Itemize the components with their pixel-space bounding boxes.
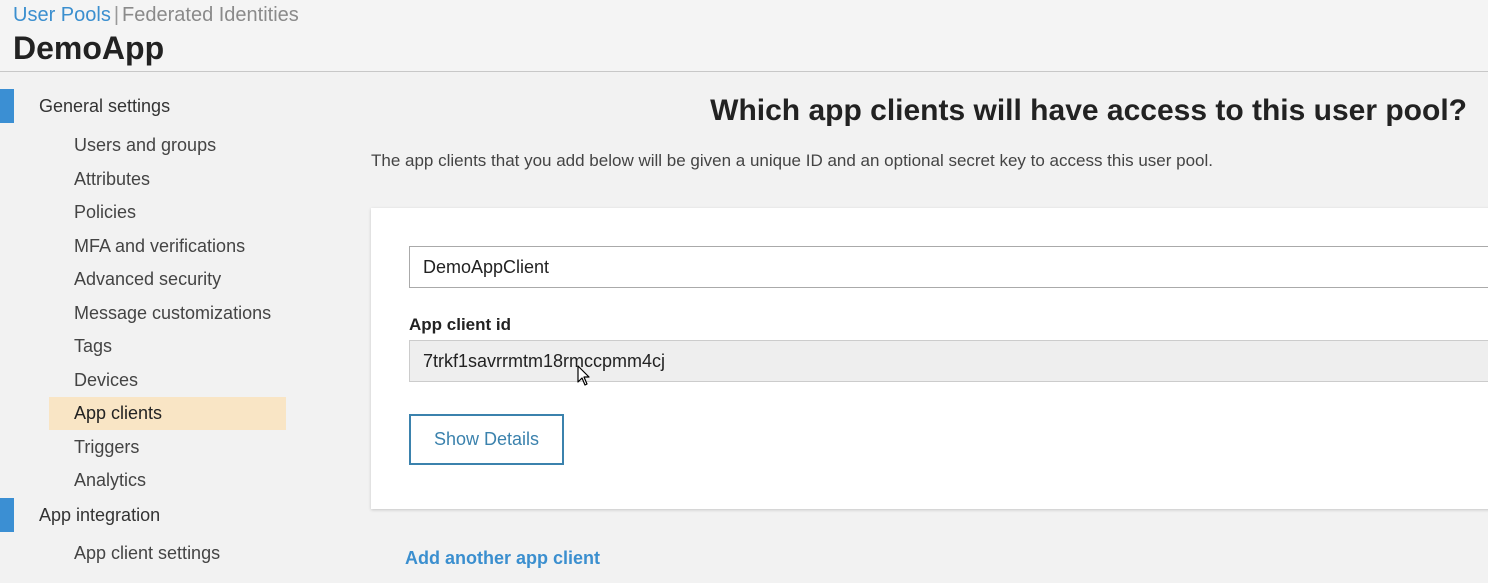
app-client-id-value: 7trkf1savrrmtm18rmccpmm4cj [409, 340, 1488, 382]
sidebar-item-label: Analytics [74, 470, 147, 490]
sidebar-item-label: Advanced security [74, 269, 222, 289]
sidebar-item-label: Triggers [74, 437, 140, 457]
sidebar-item-attributes[interactable]: Attributes [49, 163, 286, 196]
show-details-button[interactable]: Show Details [409, 414, 564, 465]
sidebar-item-message-customizations[interactable]: Message customizations [49, 297, 286, 330]
sidebar-item-analytics[interactable]: Analytics [49, 464, 286, 497]
section-heading: Which app clients will have access to th… [710, 94, 1467, 127]
sidebar-item-label: Users and groups [74, 135, 217, 155]
breadcrumb-separator: | [113, 4, 120, 26]
sidebar-item-policies[interactable]: Policies [49, 196, 286, 229]
add-another-app-client-link[interactable]: Add another app client [405, 548, 600, 569]
sidebar-item-label: App clients [74, 403, 163, 423]
app-client-id-label: App client id [409, 315, 511, 334]
sidebar-item-label: App client settings [74, 543, 221, 563]
section-indicator [0, 89, 14, 123]
sidebar-item-label: MFA and verifications [74, 236, 246, 256]
sidebar-section-general-settings[interactable]: General settings [0, 89, 300, 123]
sidebar-item-devices[interactable]: Devices [49, 364, 286, 397]
section-description: The app clients that you add below will … [371, 151, 1214, 170]
sidebar-item-label: Devices [74, 370, 139, 390]
app-client-card: App client id 7trkf1savrrmtm18rmccpmm4cj… [371, 208, 1488, 509]
breadcrumb: User Pools | Federated Identities [13, 4, 299, 26]
mouse-pointer-icon [577, 365, 590, 386]
sidebar-item-app-client-settings[interactable]: App client settings [49, 537, 286, 570]
page-title: DemoApp [13, 30, 165, 66]
sidebar-item-mfa-and-verifications[interactable]: MFA and verifications [49, 230, 286, 263]
app-client-name-input[interactable] [409, 246, 1488, 288]
sidebar-section-app-integration[interactable]: App integration [0, 498, 300, 532]
sidebar-item-label: Attributes [74, 169, 151, 189]
sidebar-section-label: App integration [39, 505, 161, 525]
sidebar-item-app-clients[interactable]: App clients [49, 397, 286, 430]
sidebar-item-advanced-security[interactable]: Advanced security [49, 263, 286, 296]
page-header: User Pools | Federated Identities DemoApp [0, 0, 1488, 72]
breadcrumb-federated-identities[interactable]: Federated Identities [122, 4, 299, 26]
sidebar-item-label: Tags [74, 336, 113, 356]
sidebar: General settings Users and groups Attrib… [0, 72, 330, 583]
section-indicator [0, 498, 14, 532]
sidebar-item-users-and-groups[interactable]: Users and groups [49, 129, 286, 162]
sidebar-item-triggers[interactable]: Triggers [49, 431, 286, 464]
sidebar-item-label: Message customizations [74, 303, 272, 323]
sidebar-section-label: General settings [39, 96, 171, 116]
sidebar-item-tags[interactable]: Tags [49, 330, 286, 363]
sidebar-item-label: Policies [74, 202, 137, 222]
breadcrumb-user-pools[interactable]: User Pools [13, 4, 111, 26]
